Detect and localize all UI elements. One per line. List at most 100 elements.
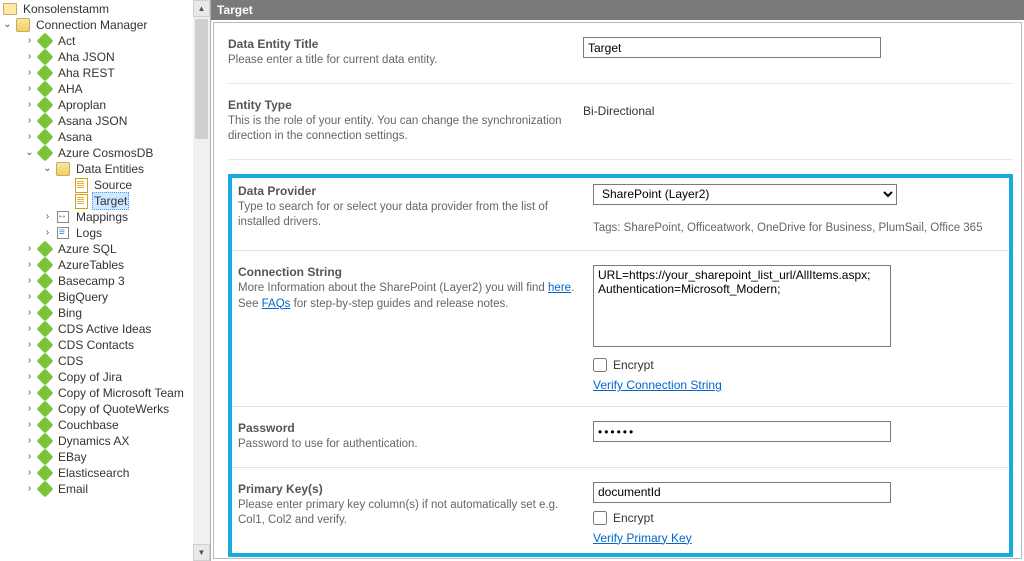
expander-icon[interactable]: › [24,100,35,111]
node-icon [37,145,53,161]
tree-item-logs[interactable]: ›Logs [0,225,210,241]
expander-icon[interactable]: › [24,292,35,303]
expander-icon[interactable]: › [24,452,35,463]
verify-primary-key-link[interactable]: Verify Primary Key [593,531,692,545]
tree-item-azure-tables[interactable]: ›AzureTables [0,257,210,273]
tree-item-basecamp[interactable]: ›Basecamp 3 [0,273,210,289]
connection-string-label: Connection String [238,265,581,279]
expander-icon[interactable]: › [24,84,35,95]
scroll-down-button[interactable]: ▼ [193,544,210,561]
tree-item-ebay[interactable]: ›EBay [0,449,210,465]
form-panel: Data Entity Title Please enter a title f… [213,22,1022,559]
tree-item-aha-rest[interactable]: ›Aha REST [0,65,210,81]
tree-item-target[interactable]: ›Target [0,193,210,209]
encrypt-conn-checkbox[interactable] [593,358,607,372]
expander-icon[interactable]: › [24,36,35,47]
node-icon [37,321,53,337]
tree-item-act[interactable]: ›Act [0,33,210,49]
node-icon [37,273,53,289]
password-input[interactable] [593,421,891,442]
expander-icon[interactable]: › [24,436,35,447]
scroll-track[interactable] [193,17,210,544]
tree-item-cds-contacts[interactable]: ›CDS Contacts [0,337,210,353]
tree-connection-manager[interactable]: ⌄ Connection Manager [0,17,210,33]
scroll-thumb[interactable] [195,19,208,139]
tree-item-cds-active[interactable]: ›CDS Active Ideas [0,321,210,337]
here-link[interactable]: here [548,282,571,294]
expander-icon[interactable]: › [42,228,53,239]
tree-item-cds[interactable]: ›CDS [0,353,210,369]
data-provider-desc: Type to search for or select your data p… [238,200,581,231]
node-icon [37,241,53,257]
tree-root[interactable]: Konsolenstamm [0,1,210,17]
node-icon [37,49,53,65]
tree-item-bigquery[interactable]: ›BigQuery [0,289,210,305]
expander-icon[interactable]: ⌄ [2,20,13,31]
expander-icon[interactable]: › [24,324,35,335]
tree-item-copy-quote[interactable]: ›Copy of QuoteWerks [0,401,210,417]
tree-item-asana[interactable]: ›Asana [0,129,210,145]
node-icon [37,481,53,497]
entity-type-value: Bi-Directional [583,98,1001,118]
expander-icon[interactable]: › [24,308,35,319]
node-icon [37,129,53,145]
tree-item-asana-json[interactable]: ›Asana JSON [0,113,210,129]
expander-icon[interactable]: › [24,68,35,79]
password-label: Password [238,421,581,435]
tree-item-copy-msteam[interactable]: ›Copy of Microsoft Team [0,385,210,401]
tree-item-copy-jira[interactable]: ›Copy of Jira [0,369,210,385]
expander-icon[interactable]: › [24,52,35,63]
expander-icon[interactable]: › [24,484,35,495]
tree-item-data-entities[interactable]: ⌄Data Entities [0,161,210,177]
primary-key-input[interactable] [593,482,891,503]
faqs-link[interactable]: FAQs [262,298,291,310]
tree-item-email[interactable]: ›Email [0,481,210,497]
verify-connection-link[interactable]: Verify Connection String [593,378,722,392]
doc-icon [73,193,89,209]
node-icon [37,369,53,385]
expander-icon[interactable]: › [24,404,35,415]
tree-item-dynamics-ax[interactable]: ›Dynamics AX [0,433,210,449]
expander-icon[interactable]: › [24,340,35,351]
tree-item-aha[interactable]: ›AHA [0,81,210,97]
tree-item-azure-sql[interactable]: ›Azure SQL [0,241,210,257]
encrypt-pk-checkbox[interactable] [593,511,607,525]
expander-icon[interactable]: › [24,356,35,367]
expander-icon[interactable]: › [24,116,35,127]
folder-icon [2,1,18,17]
tree-item-azure-cosmos[interactable]: ⌄Azure CosmosDB [0,145,210,161]
node-icon [37,401,53,417]
node-icon [37,257,53,273]
tree-item-source[interactable]: ›Source [0,177,210,193]
tree-item-couchbase[interactable]: ›Couchbase [0,417,210,433]
logs-icon [55,225,71,241]
tree-item-mappings[interactable]: ›Mappings [0,209,210,225]
expander-icon[interactable]: › [24,276,35,287]
expander-icon[interactable]: › [24,468,35,479]
section-data-provider: Data Provider Type to search for or sele… [232,184,1009,252]
expander-icon[interactable]: › [24,420,35,431]
connection-string-input[interactable] [593,265,891,347]
password-desc: Password to use for authentication. [238,437,581,453]
expander-icon[interactable]: › [42,212,53,223]
expander-icon[interactable]: › [24,372,35,383]
tree-item-aha-json[interactable]: ›Aha JSON [0,49,210,65]
tree-item-aproplan[interactable]: ›Aproplan [0,97,210,113]
expander-icon[interactable]: › [24,388,35,399]
section-entity-type: Entity Type This is the role of your ent… [228,98,1013,160]
expander-icon[interactable]: ⌄ [24,148,35,159]
data-entity-title-input[interactable] [583,37,881,58]
expander-icon[interactable]: › [24,260,35,271]
data-provider-select[interactable]: SharePoint (Layer2) [593,184,897,205]
node-icon [37,305,53,321]
node-icon [37,113,53,129]
expander-icon[interactable]: › [24,244,35,255]
expander-icon[interactable]: ⌄ [42,164,53,175]
tree-item-bing[interactable]: ›Bing [0,305,210,321]
scroll-up-button[interactable]: ▲ [193,0,210,17]
node-icon [37,449,53,465]
expander-icon[interactable]: › [24,132,35,143]
tree-scrollbar[interactable]: ▲ ▼ [193,0,210,561]
tree-item-elastic[interactable]: ›Elasticsearch [0,465,210,481]
entities-icon [55,161,71,177]
